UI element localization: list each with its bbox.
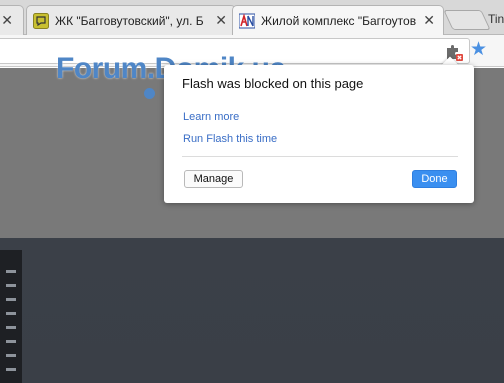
manage-button[interactable]: Manage: [184, 170, 243, 188]
flash-blocked-bubble: Flash was blocked on this page Learn mor…: [164, 65, 474, 203]
chat-favicon-icon: [33, 12, 49, 29]
done-button[interactable]: Done: [412, 170, 457, 188]
tab-title: ЖК "Багговутовский", ул. Б: [55, 13, 204, 28]
learn-more-link[interactable]: Learn more: [183, 111, 239, 123]
new-tab-button[interactable]: [443, 10, 491, 30]
tab-title: Жилой комплекс "Баггоутов: [261, 13, 417, 28]
tab-close-icon[interactable]: ✕: [1, 13, 13, 27]
bubble-title: Flash was blocked on this page: [182, 76, 364, 91]
bubble-divider: [182, 156, 458, 157]
tab-strip: ✕ ЖК "Багговутовский", ул. Б ✕ Жилой ком…: [0, 0, 504, 35]
tab-partial-left[interactable]: ✕: [0, 5, 24, 35]
tab-zhiloy-kompleks[interactable]: Жилой комплекс "Баггоутов ✕: [232, 5, 444, 35]
tab-close-icon[interactable]: ✕: [423, 13, 435, 27]
tab-bagg-complex[interactable]: ЖК "Багговутовский", ул. Б ✕: [26, 5, 236, 35]
site-logo-favicon-icon: [238, 12, 256, 29]
tab-close-icon[interactable]: ✕: [215, 13, 227, 27]
tab-partial-right-title[interactable]: Tin: [488, 12, 504, 26]
building-photo: [0, 250, 22, 383]
bookmark-star-icon[interactable]: ★: [470, 39, 487, 61]
run-flash-link[interactable]: Run Flash this time: [183, 133, 277, 145]
page-content-photo-area: [0, 238, 504, 383]
watermark-dot-blue: [144, 88, 155, 99]
